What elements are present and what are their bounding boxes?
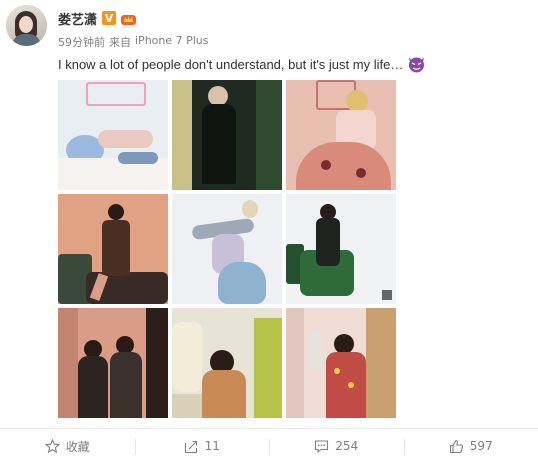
photo-2[interactable] (172, 80, 282, 190)
post-source[interactable]: iPhone 7 Plus (135, 34, 209, 50)
username-link[interactable]: 娄艺潇 (58, 9, 97, 28)
avatar[interactable] (6, 5, 47, 46)
action-bar: 收藏 11 254 597 (0, 428, 538, 463)
favorite-button[interactable]: 收藏 (0, 429, 135, 463)
photo-4[interactable] (58, 194, 168, 304)
verified-v-icon[interactable]: V (102, 11, 117, 25)
post-time[interactable]: 59分钟前 (58, 34, 105, 50)
comment-button[interactable]: 254 (269, 429, 404, 463)
photo-9[interactable] (286, 308, 396, 418)
repost-button[interactable]: 11 (134, 429, 270, 463)
favorite-label: 收藏 (65, 439, 90, 454)
post-text: I know a lot of people don't understand,… (58, 55, 427, 73)
repost-icon (184, 439, 199, 454)
like-button[interactable]: 597 (403, 429, 538, 463)
photo-8[interactable] (172, 308, 282, 418)
photo-1[interactable] (58, 80, 168, 190)
photo-5[interactable] (172, 194, 282, 304)
like-count: 597 (469, 439, 493, 453)
devil-emoji-icon (406, 55, 427, 73)
post-text-body: I know a lot of people don't understand,… (58, 56, 404, 72)
photo-6[interactable] (286, 194, 396, 304)
repost-count: 11 (204, 439, 220, 453)
post-header: 娄艺潇 V (58, 9, 137, 28)
photo-3[interactable] (286, 80, 396, 190)
source-prefix: 来自 (109, 36, 131, 49)
comment-icon (314, 439, 329, 454)
photo-7[interactable] (58, 308, 168, 418)
comment-count: 254 (335, 439, 359, 453)
star-icon (44, 438, 60, 454)
vip-crown-icon[interactable] (120, 11, 137, 25)
thumbs-up-icon (449, 439, 464, 454)
post-meta: 59分钟前 来自 iPhone 7 Plus (58, 34, 209, 50)
